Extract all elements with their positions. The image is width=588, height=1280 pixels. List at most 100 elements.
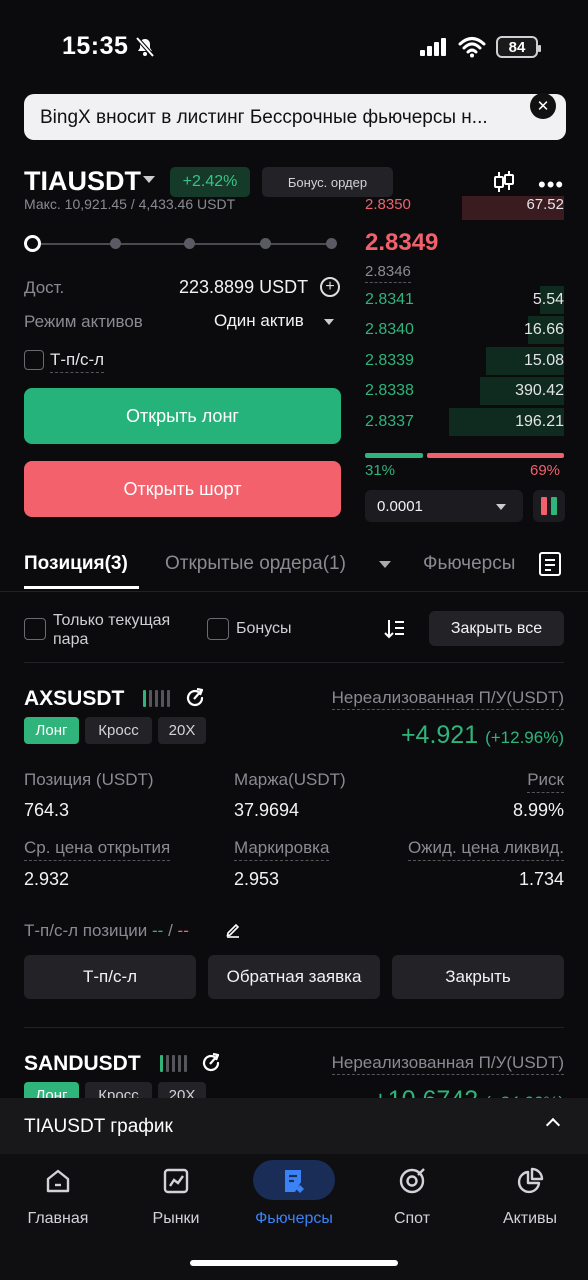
bonuses-checkbox[interactable] [207, 618, 229, 640]
bid-row[interactable]: 2.8340 16.66 [365, 316, 564, 345]
edit-pencil-icon[interactable] [225, 922, 241, 938]
tpsl-label: Т-п/с-л [50, 350, 105, 373]
share-icon[interactable] [184, 687, 206, 709]
asset-mode-select[interactable]: Один актив [214, 311, 304, 331]
mark-price: 2.8346 [365, 263, 411, 283]
liq-price-label: Ожид. цена ликвид. [407, 838, 564, 861]
pair-chevron-down-icon[interactable] [143, 176, 155, 183]
liq-price-value: 1.734 [518, 869, 564, 889]
bid-price: 2.8340 [365, 321, 414, 339]
slider-node-25[interactable] [110, 238, 121, 249]
slider-node-50[interactable] [184, 238, 195, 249]
nav-assets[interactable]: Активы [475, 1164, 585, 1228]
bid-row[interactable]: 2.8339 15.08 [365, 346, 564, 375]
sell-ratio-bar [427, 453, 564, 458]
position-tpsl-row: Т-п/с-л позиции -- / -- [24, 921, 189, 940]
mark-price-value: 2.953 [234, 869, 280, 889]
leverage-tag[interactable]: 20X [158, 717, 206, 744]
slider-node-75[interactable] [260, 238, 271, 249]
chart-icon [163, 1168, 189, 1194]
futures-icon [285, 1170, 304, 1193]
tp-value: -- [152, 921, 164, 940]
candlestick-chart-icon[interactable] [492, 170, 516, 194]
mark-price-label: Маркировка [234, 838, 330, 861]
add-funds-icon[interactable]: + [320, 277, 340, 297]
pnl-amount: +4.921 [400, 721, 479, 749]
close-all-button[interactable]: Закрыть все [429, 611, 564, 646]
filters-divider [24, 662, 564, 663]
bid-price: 2.8338 [365, 382, 414, 400]
bid-row[interactable]: 2.8338 390.42 [365, 377, 564, 406]
buy-ratio: 31% [365, 462, 396, 479]
position-symbol[interactable]: AXSUSDT [24, 687, 124, 711]
pair-title[interactable]: TIAUSDT [24, 166, 141, 197]
pie-icon [517, 1167, 544, 1194]
tab-futures[interactable]: Фьючерсы [423, 553, 521, 575]
tab-orders-chevron-down-icon[interactable] [379, 561, 391, 568]
orderbook-layout-button[interactable] [533, 490, 565, 522]
nav-markets-label: Рынки [152, 1210, 200, 1227]
announcement-banner[interactable]: BingX вносит в листинг Бессрочные фьючер… [24, 94, 566, 140]
tpsl-checkbox[interactable] [24, 350, 44, 370]
bid-row[interactable]: 2.8341 5.54 [365, 286, 564, 314]
tabs-divider [0, 591, 588, 592]
tpsl-button[interactable]: Т-п/с-л [24, 955, 196, 999]
spot-icon [399, 1168, 425, 1194]
entry-price-label: Ср. цена открытия [24, 838, 171, 861]
bid-row[interactable]: 2.8337 196.21 [365, 407, 564, 436]
nav-home[interactable]: Главная [3, 1164, 113, 1228]
risk-value: 8.99% [512, 800, 564, 820]
nav-futures[interactable]: Фьючерсы [239, 1164, 349, 1228]
margin-value: 37.9694 [234, 800, 300, 820]
max-amount-row: Макс. 10,921.45 / 4,433.46 USDT [24, 196, 236, 212]
bell-muted-icon [135, 36, 155, 58]
close-position-button[interactable]: Закрыть [392, 955, 564, 999]
share-icon[interactable] [200, 1052, 222, 1074]
amount-slider-thumb[interactable] [24, 235, 41, 252]
ask-qty: 67.52 [526, 196, 564, 212]
orderbook-layout-icon [541, 497, 557, 515]
sell-ratio: 69% [530, 462, 561, 479]
nav-spot[interactable]: Спот [357, 1164, 467, 1228]
open-short-button[interactable]: Открыть шорт [24, 461, 341, 517]
bid-qty: 16.66 [523, 321, 564, 339]
entry-price-value: 2.932 [24, 869, 70, 889]
available-value: 223.8899 USDT [179, 277, 309, 297]
bonus-order-button[interactable]: Бонус. ордер [262, 167, 393, 197]
asset-mode-label: Режим активов [24, 312, 143, 331]
ask-price[interactable]: 2.8350 [365, 196, 411, 212]
tab-active-underline [24, 586, 139, 589]
document-icon[interactable] [538, 551, 562, 577]
tab-open-orders[interactable]: Открытые ордера(1) [165, 553, 346, 575]
position-size-value: 764.3 [24, 800, 70, 820]
risk-meter [160, 1055, 187, 1072]
risk-meter [143, 690, 170, 707]
last-price[interactable]: 2.8349 [365, 229, 438, 257]
sort-icon[interactable] [384, 618, 406, 640]
slider-node-100[interactable] [326, 238, 337, 249]
cellular-signal-icon [420, 38, 446, 56]
more-menu-icon[interactable]: ••• [538, 172, 564, 198]
asset-mode-chevron-down-icon[interactable] [324, 319, 334, 325]
nav-markets[interactable]: Рынки [121, 1164, 231, 1228]
reverse-order-button[interactable]: Обратная заявка [208, 955, 380, 999]
available-label: Дост. [24, 278, 65, 297]
precision-select[interactable]: 0.0001 [365, 490, 523, 522]
tab-positions[interactable]: Позиция(3) [24, 553, 128, 575]
position-symbol[interactable]: SANDUSDT [24, 1052, 141, 1076]
pnl-value: +4.921 (+12.96%) [401, 721, 564, 750]
bonuses-label: Бонусы [236, 620, 292, 637]
precision-chevron-down-icon [496, 504, 506, 510]
nav-spot-label: Спот [393, 1210, 431, 1227]
home-indicator [190, 1260, 398, 1266]
open-long-button[interactable]: Открыть лонг [24, 388, 341, 444]
bid-qty: 5.54 [532, 291, 564, 308]
current-pair-checkbox[interactable] [24, 618, 46, 640]
announcement-close-button[interactable]: ✕ [530, 93, 556, 119]
risk-label: Риск [527, 770, 564, 793]
precision-value: 0.0001 [377, 498, 423, 515]
battery-indicator: 84 [496, 36, 541, 58]
margin-label: Маржа(USDT) [234, 770, 346, 789]
bid-qty: 390.42 [515, 382, 564, 400]
amount-slider-track[interactable] [32, 243, 332, 245]
